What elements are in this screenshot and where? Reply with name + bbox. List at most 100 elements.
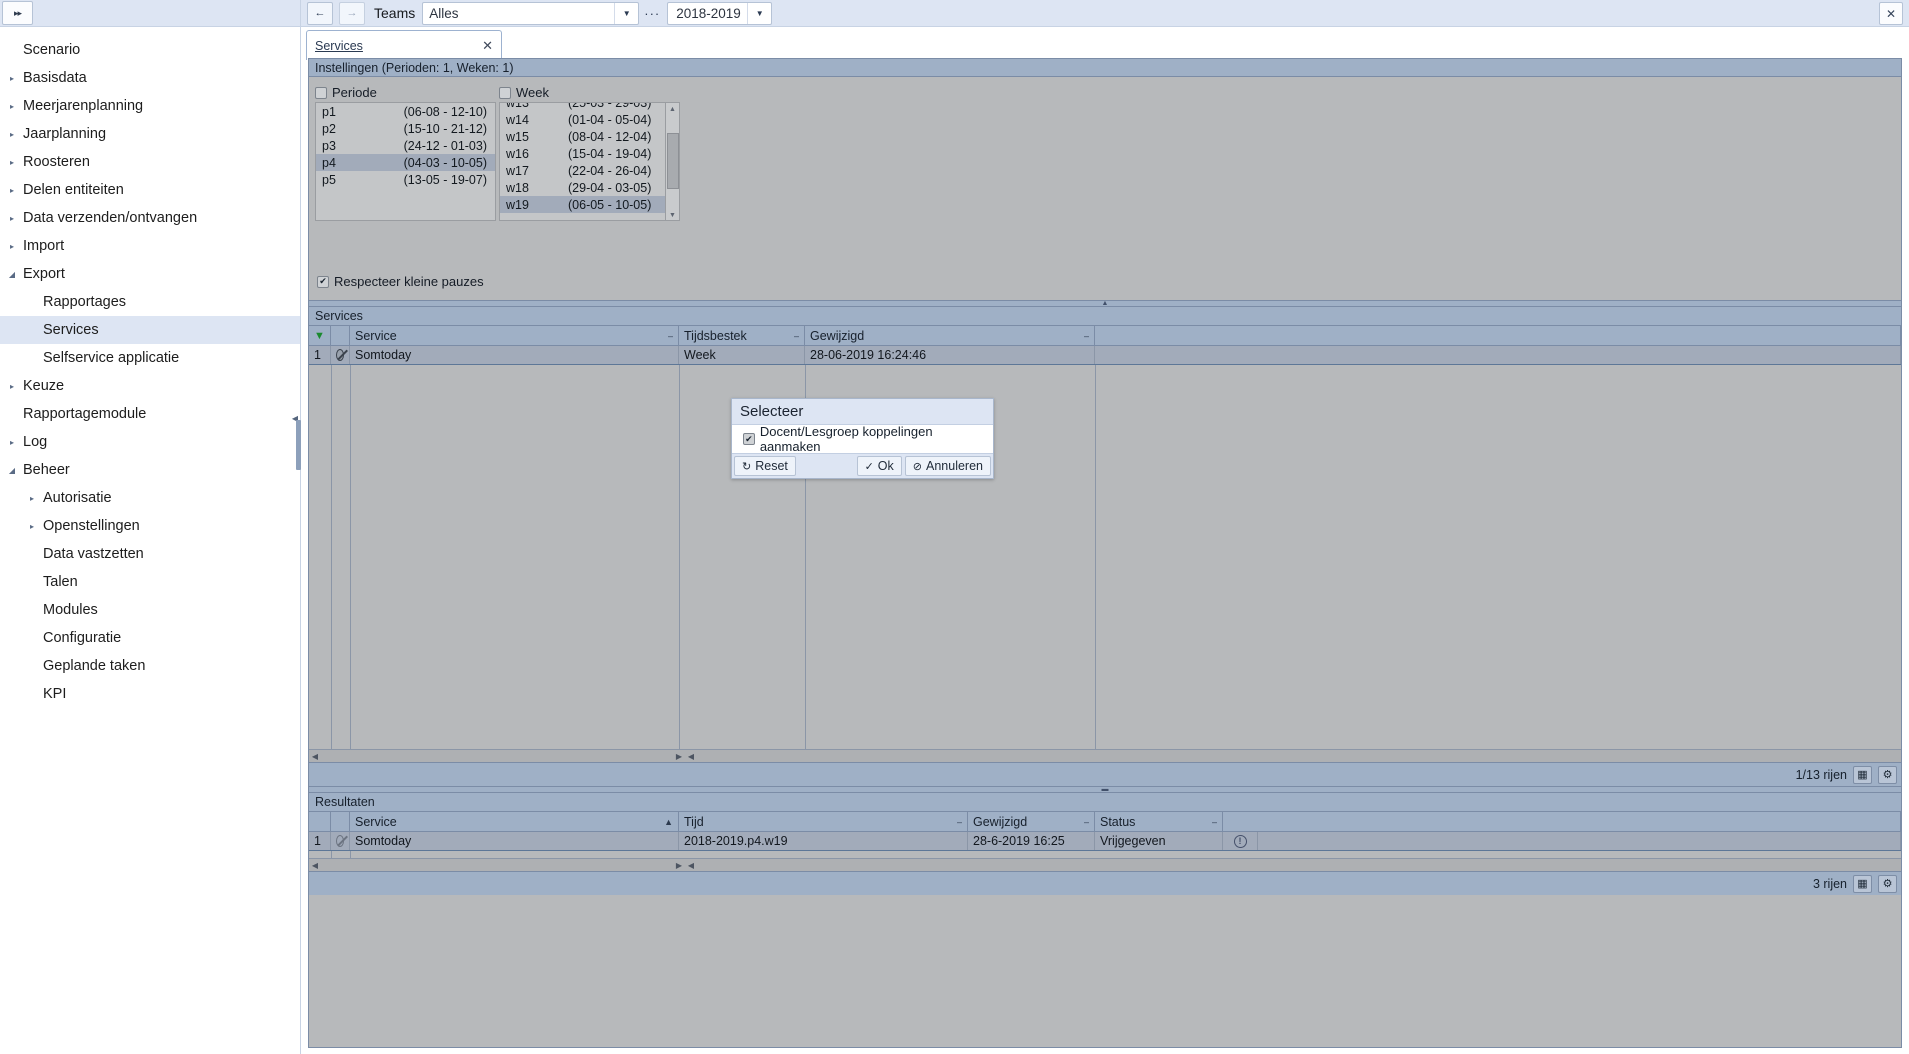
list-item[interactable]: w18 (29-04 - 03-05) xyxy=(500,179,665,196)
scroll-right-icon[interactable]: ▶ xyxy=(673,861,685,870)
sidebar-item-data-verzenden-ontvangen[interactable]: ▸ Data verzenden/ontvangen xyxy=(0,204,300,232)
week-listbox[interactable]: w13 (25-03 - 29-03) w14 (01-04 - 05-04) w15 (… xyxy=(499,102,680,221)
sidebar-item-openstellingen[interactable]: ▸ Openstellingen xyxy=(0,512,300,540)
services-col-tijdsbestek[interactable]: Tijdsbestek – xyxy=(679,326,805,345)
sidebar-item-kpi[interactable]: ▸KPI xyxy=(0,680,300,708)
list-item[interactable]: w14 (01-04 - 05-04) xyxy=(500,111,665,128)
chevron-right-icon[interactable]: ▸ xyxy=(4,186,20,195)
scroll-right-icon[interactable]: ▶ xyxy=(673,752,685,761)
chevron-down-icon[interactable]: ◢ xyxy=(4,270,20,279)
sidebar-item-log[interactable]: ▸ Log xyxy=(0,428,300,456)
settings-splitter[interactable]: ▲ xyxy=(309,300,1901,307)
teams-combobox[interactable]: Alles ▼ xyxy=(422,1,640,25)
schoolyear-combobox[interactable]: 2018-2019 ▼ xyxy=(667,1,773,25)
list-item[interactable]: p4 (04-03 - 10-05) xyxy=(316,154,495,171)
chevron-down-icon[interactable]: ▼ xyxy=(747,2,771,24)
sidebar-item-data-vastzetten[interactable]: ▸Data vastzetten xyxy=(0,540,300,568)
list-item[interactable]: p2 (15-10 - 21-12) xyxy=(316,120,495,137)
arrow-right-icon[interactable]: → xyxy=(339,1,365,25)
results-splitter[interactable]: ▬ xyxy=(309,786,1901,793)
chevron-right-icon[interactable]: ▸ xyxy=(4,214,20,223)
sidebar-item-modules[interactable]: ▸Modules xyxy=(0,596,300,624)
sidebar-item-export[interactable]: ◢ Export xyxy=(0,260,300,288)
column-sort-icon[interactable]: – xyxy=(1206,817,1217,827)
scroll-left-icon[interactable]: ◀ xyxy=(309,861,321,870)
sidebar-item-basisdata[interactable]: ▸ Basisdata xyxy=(0,64,300,92)
list-item[interactable]: w15 (08-04 - 12-04) xyxy=(500,128,665,145)
filter-icon[interactable]: ▼ xyxy=(309,326,331,345)
scroll-left-icon-2[interactable]: ◀ xyxy=(685,861,697,870)
week-header[interactable]: Week xyxy=(499,83,680,102)
sidebar-item-configuratie[interactable]: ▸Configuratie xyxy=(0,624,300,652)
sidebar-item-geplande-taken[interactable]: ▸Geplande taken xyxy=(0,652,300,680)
list-item[interactable]: p3 (24-12 - 01-03) xyxy=(316,137,495,154)
sidebar-item-autorisatie[interactable]: ▸ Autorisatie xyxy=(0,484,300,512)
scrollbar-thumb[interactable] xyxy=(667,133,679,189)
services-col-gewijzigd[interactable]: Gewijzigd – xyxy=(805,326,1095,345)
list-item[interactable]: w17 (22-04 - 26-04) xyxy=(500,162,665,179)
chevron-right-icon[interactable]: ▸ xyxy=(4,242,20,251)
tab-services[interactable]: Services ✕ xyxy=(306,30,502,60)
chevron-right-icon[interactable]: ▸ xyxy=(24,494,40,503)
chevron-right-icon[interactable]: ▸ xyxy=(4,438,20,447)
sidebar-item-jaarplanning[interactable]: ▸ Jaarplanning xyxy=(0,120,300,148)
services-horizontal-scrollbar[interactable]: ◀ ▶ ◀ xyxy=(309,749,1901,762)
week-checkbox[interactable] xyxy=(499,86,511,99)
respecteer-kleine-pauzes-checkbox[interactable] xyxy=(317,275,329,288)
results-col-status[interactable]: Status – xyxy=(1095,812,1223,831)
column-sort-icon[interactable]: – xyxy=(788,331,799,341)
sidebar-item-keuze[interactable]: ▸ Keuze xyxy=(0,372,300,400)
docent-lesgroep-koppelingen-checkbox[interactable] xyxy=(743,433,755,445)
list-item[interactable]: p5 (13-05 - 19-07) xyxy=(316,171,495,188)
list-icon[interactable]: ▦ xyxy=(1853,874,1872,893)
sidebar-item-rapportagemodule[interactable]: ▸Rapportagemodule xyxy=(0,400,300,428)
scroll-left-icon[interactable]: ◀ xyxy=(309,752,321,761)
gear-icon[interactable]: ⚙ xyxy=(1878,874,1897,893)
blocked-circle-icon[interactable] xyxy=(331,346,350,364)
reset-button[interactable]: ↻ Reset xyxy=(734,456,796,476)
gear-icon[interactable]: ⚙ xyxy=(1878,765,1897,784)
chevron-down-icon[interactable]: ◢ xyxy=(4,466,20,475)
respecteer-kleine-pauzes-row[interactable]: Respecteer kleine pauzes xyxy=(317,274,484,289)
results-col-tijd[interactable]: Tijd – xyxy=(679,812,968,831)
sidebar-resize-handle[interactable] xyxy=(296,420,301,470)
results-col-gewijzigd[interactable]: Gewijzigd – xyxy=(968,812,1095,831)
table-row[interactable]: 1 Somtoday Week 28-06-2019 16:24:46 xyxy=(309,346,1901,365)
sidebar-item-import[interactable]: ▸ Import xyxy=(0,232,300,260)
sidebar-item-roosteren[interactable]: ▸ Roosteren xyxy=(0,148,300,176)
results-horizontal-scrollbar[interactable]: ◀ ▶ ◀ xyxy=(309,858,1901,871)
column-sort-icon[interactable]: – xyxy=(951,817,962,827)
sidebar-item-beheer[interactable]: ◢ Beheer xyxy=(0,456,300,484)
services-col-service[interactable]: Service – xyxy=(350,326,679,345)
sidebar-item-delen-entiteiten[interactable]: ▸ Delen entiteiten xyxy=(0,176,300,204)
sidebar-item-services[interactable]: ▸Services xyxy=(0,316,300,344)
column-sort-icon[interactable]: – xyxy=(1078,817,1089,827)
periode-checkbox[interactable] xyxy=(315,86,327,99)
cancel-button[interactable]: ⊘ Annuleren xyxy=(904,456,991,476)
periode-listbox[interactable]: p1 (06-08 - 12-10) p2 (15-10 - 21-12) p3 (24-… xyxy=(315,102,496,221)
list-item[interactable]: w19 (06-05 - 10-05) xyxy=(500,196,665,213)
results-col-service[interactable]: Service ▲ xyxy=(350,812,679,831)
sidebar-item-meerjarenplanning[interactable]: ▸ Meerjarenplanning xyxy=(0,92,300,120)
table-row[interactable]: 1 Somtoday 2018-2019.p4.w19 28-6-2019 16… xyxy=(309,832,1901,851)
scroll-left-icon-2[interactable]: ◀ xyxy=(685,752,697,761)
info-icon[interactable]: ! xyxy=(1223,832,1258,850)
column-sort-icon[interactable]: ▲ xyxy=(658,817,673,827)
scroll-up-icon[interactable]: ▲ xyxy=(666,103,679,116)
chevron-right-icon[interactable]: ▸ xyxy=(4,74,20,83)
list-item[interactable]: p1 (06-08 - 12-10) xyxy=(316,103,495,120)
chevron-right-icon[interactable]: ▸ xyxy=(4,102,20,111)
periode-header[interactable]: Periode xyxy=(315,83,496,102)
column-sort-icon[interactable]: – xyxy=(662,331,673,341)
ok-button[interactable]: ✓ Ok xyxy=(856,456,902,476)
sidebar-item-talen[interactable]: ▸Talen xyxy=(0,568,300,596)
sidebar-item-selfservice-applicatie[interactable]: ▸Selfservice applicatie xyxy=(0,344,300,372)
list-item[interactable]: w13 (25-03 - 29-03) xyxy=(500,103,665,111)
sidebar-item-rapportages[interactable]: ▸Rapportages xyxy=(0,288,300,316)
chevron-right-icon[interactable]: ▸ xyxy=(24,522,40,531)
chevron-down-icon[interactable]: ▼ xyxy=(614,2,638,24)
column-sort-icon[interactable]: – xyxy=(1078,331,1089,341)
teams-more-button[interactable]: ··· xyxy=(642,2,662,25)
week-scrollbar[interactable]: ▲ ▼ xyxy=(665,103,679,220)
chevron-right-icon[interactable]: ▸ xyxy=(4,130,20,139)
